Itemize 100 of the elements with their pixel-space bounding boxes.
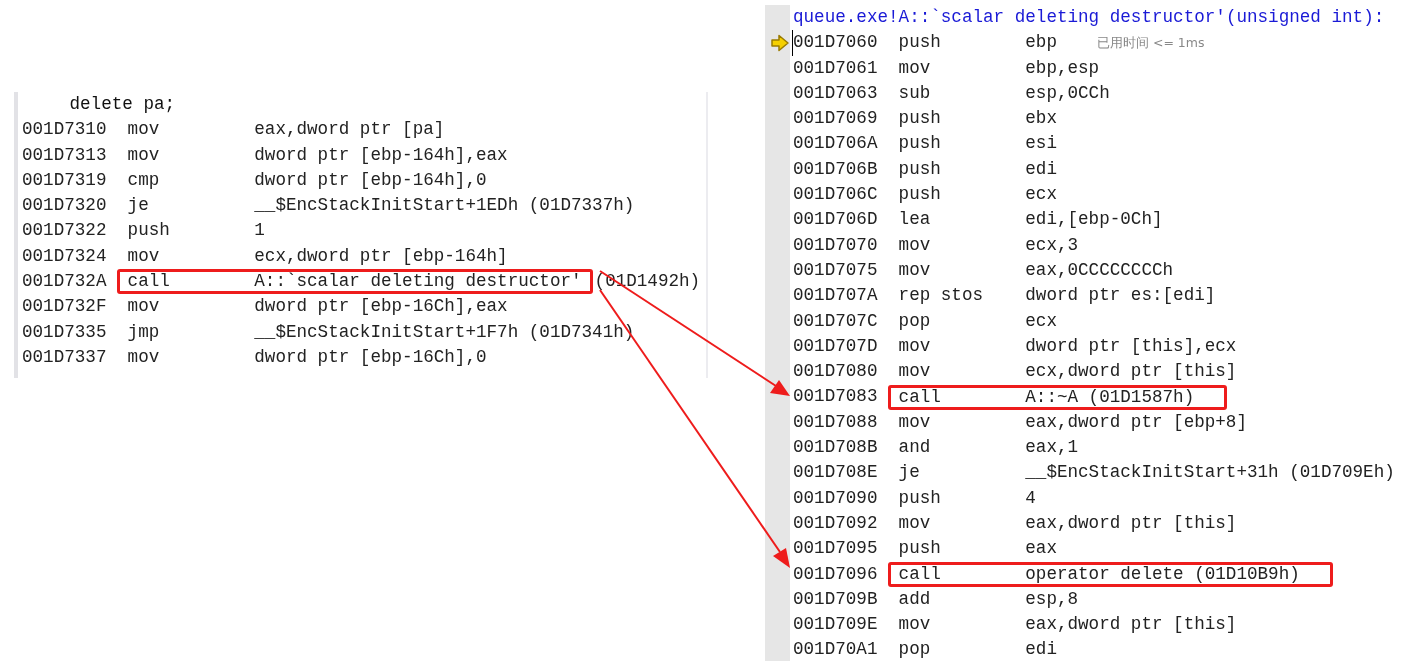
mnemonic-text: pop (898, 309, 932, 333)
operand-text: eax,1 (1025, 436, 1079, 460)
address-text: 001D7320 (22, 194, 108, 218)
operand-text: ebp (1025, 31, 1057, 55)
address-text: 001D7080 (793, 360, 879, 384)
address-text: 001D7083 (793, 385, 879, 409)
address-text: 001D7092 (793, 511, 879, 535)
operand-text: __$EncStackInitStart+31h (01D709Eh) (1025, 461, 1395, 485)
operand-text: esi (1025, 132, 1057, 156)
address-text: 001D7060 (792, 30, 899, 56)
address-text: 001D732A (22, 270, 108, 294)
mnemonic-text: mov (127, 345, 161, 369)
mnemonic-text: mov (898, 511, 932, 535)
mnemonic-text: add (898, 587, 932, 611)
address-text: 001D706A (793, 132, 879, 156)
address-text: 001D706B (793, 157, 879, 181)
operand-text: edi (1025, 157, 1057, 181)
address-text: 001D732F (22, 295, 108, 319)
address-text: 001D708E (793, 461, 879, 485)
mnemonic-text: mov (898, 613, 932, 637)
mnemonic-text: rep stos (898, 284, 985, 308)
address-text: 001D7069 (793, 107, 879, 131)
operand-text: dword ptr [ebp-164h],0 (254, 168, 487, 192)
address-text: 001D708B (793, 436, 879, 460)
address-text: 001D7063 (793, 81, 879, 105)
mnemonic-text: mov (898, 360, 932, 384)
mnemonic-text: jmp (127, 320, 161, 344)
address-text: 001D7088 (793, 410, 879, 434)
mnemonic-text: push (127, 219, 171, 243)
mnemonic-text: push (898, 157, 942, 181)
address-text: 001D7070 (793, 233, 879, 257)
operand-text: eax,0CCCCCCCCh (1025, 258, 1174, 282)
mnemonic-text: je (127, 194, 150, 218)
operand-text: ecx (1025, 309, 1057, 333)
operand-text: eax (1025, 537, 1057, 561)
mnemonic-text: mov (127, 244, 161, 268)
mnemonic-text: call (127, 272, 171, 292)
address-text: 001D7075 (793, 258, 879, 282)
mnemonic-text: push (898, 537, 942, 561)
address-text: 001D706D (793, 208, 879, 232)
address-text: 001D707A (793, 284, 879, 308)
operand-text: dword ptr [ebp-16Ch],eax (254, 295, 508, 319)
mnemonic-text: push (898, 486, 942, 510)
address-text: 001D707D (793, 334, 879, 358)
mnemonic-text: call (898, 387, 942, 407)
mnemonic-text: call (898, 564, 942, 584)
address-text: 001D7061 (793, 56, 879, 80)
operand-text: edi,[ebp-0Ch] (1025, 208, 1163, 232)
elapsed-time-hint: 已用时间 <= 1ms (1096, 34, 1205, 53)
function-title: queue.exe!A::`scalar deleting destructor'(unsigned int): (793, 6, 1385, 29)
mnemonic-text: mov (898, 56, 932, 80)
address-text: 001D7313 (22, 143, 108, 167)
address-text: 001D7337 (22, 345, 108, 369)
address-text: 001D7319 (22, 168, 108, 192)
operand-text: A::`scalar deleting destructor' (254, 272, 582, 292)
mnemonic-text: mov (898, 410, 932, 434)
mnemonic-text: mov (127, 143, 161, 167)
operand-text: ecx (1025, 183, 1057, 207)
operand-text: __$EncStackInitStart+1EDh (01D7337h) (254, 194, 635, 218)
mnemonic-text: push (898, 107, 942, 131)
mnemonic-text: lea (898, 208, 932, 232)
address-text: 001D7322 (22, 219, 108, 243)
operand-text: dword ptr [ebp-164h],eax (254, 143, 508, 167)
operand-text: eax,dword ptr [this] (1025, 613, 1237, 637)
operand-text: operator delete (01D10B9h) (1025, 564, 1300, 584)
address-text: 001D7335 (22, 320, 108, 344)
mnemonic-text: mov (898, 334, 932, 358)
source-line: delete pa; (68, 93, 176, 116)
operand-text: 4 (1025, 486, 1036, 510)
address-text: 001D709B (793, 587, 879, 611)
mnemonic-text: mov (898, 258, 932, 282)
operand-text: esp,0CCh (1025, 81, 1110, 105)
address-text: 001D7090 (793, 486, 879, 510)
operand-text: dword ptr es:[edi] (1025, 284, 1216, 308)
operand-text: A::~A (01D1587h) (1025, 387, 1195, 407)
operand-text: ecx,dword ptr [this] (1025, 360, 1237, 384)
mnemonic-text: and (898, 436, 932, 460)
address-text: 001D7324 (22, 244, 108, 268)
operand-text: eax,dword ptr [ebp+8] (1025, 410, 1247, 434)
mnemonic-text: mov (127, 295, 161, 319)
operand-text: 1 (254, 219, 265, 243)
operand-text: edi (1025, 638, 1057, 661)
operand-text: esp,8 (1025, 587, 1079, 611)
address-text: 001D707C (793, 309, 879, 333)
mnemonic-text: mov (898, 233, 932, 257)
operand-text: ecx,dword ptr [ebp-164h] (254, 244, 508, 268)
operand-text: dword ptr [this],ecx (1025, 334, 1237, 358)
mnemonic-text: cmp (127, 168, 161, 192)
mnemonic-text: push (898, 183, 942, 207)
address-text: 001D70A1 (793, 638, 879, 661)
address-text: 001D709E (793, 613, 879, 637)
operand-text: eax,dword ptr [pa] (254, 118, 445, 142)
operand-text: ecx,3 (1025, 233, 1079, 257)
operand-text: eax,dword ptr [this] (1025, 511, 1237, 535)
operand-text: dword ptr [ebp-16Ch],0 (254, 345, 487, 369)
operand-text: ebp,esp (1025, 56, 1100, 80)
mnemonic-text: sub (898, 81, 932, 105)
mnemonic-text: mov (127, 118, 161, 142)
address-text: 001D7096 (793, 562, 879, 586)
mnemonic-text: push (898, 132, 942, 156)
